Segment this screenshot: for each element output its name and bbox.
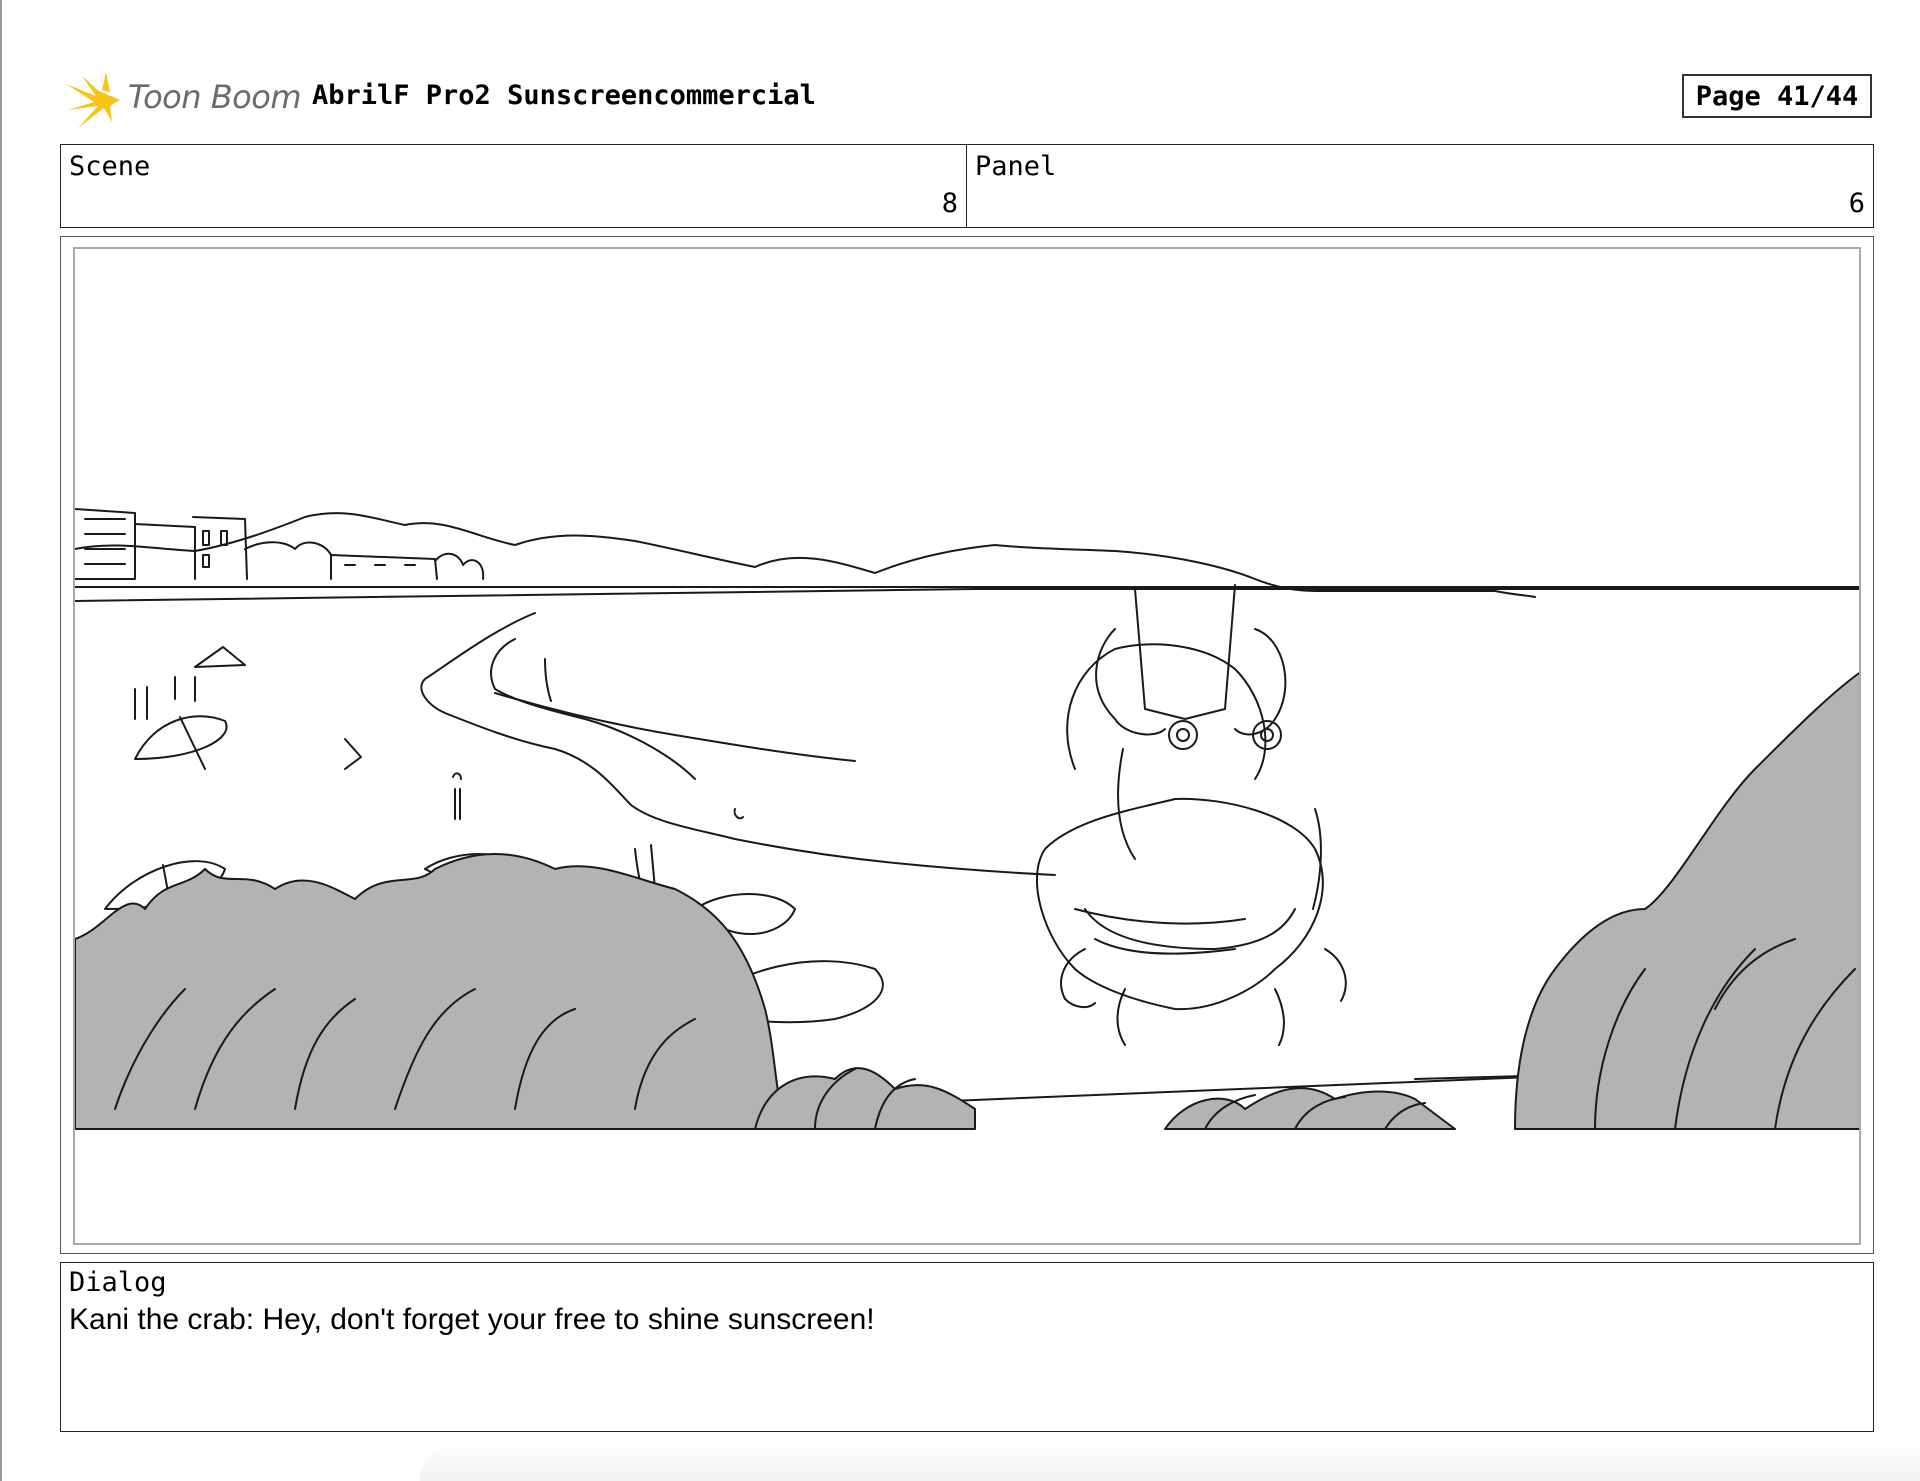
star-burst-icon — [66, 72, 120, 128]
dialog-label: Dialog — [69, 1267, 167, 1298]
page-number-box: Page 41/44 — [1682, 74, 1872, 118]
beach-sketch-drawing — [75, 508, 1859, 1130]
panel-cell: Panel 6 — [967, 145, 1873, 227]
scene-panel-row: Scene 8 Panel 6 — [60, 144, 1874, 228]
dialog-box: Dialog Kani the crab: Hey, don't forget … — [60, 1262, 1874, 1432]
scene-cell: Scene 8 — [61, 145, 967, 227]
toon-boom-logo: Toon Boom — [62, 66, 302, 130]
scene-value: 8 — [941, 188, 958, 219]
panel-label: Panel — [975, 151, 1057, 182]
storyboard-frame — [60, 236, 1874, 1254]
logo-text: Toon Boom — [128, 78, 301, 116]
page-left-edge — [0, 0, 2, 1481]
scene-label: Scene — [69, 151, 151, 182]
project-title: AbrilF Pro2 Sunscreencommercial — [312, 80, 816, 111]
panel-value: 6 — [1848, 188, 1865, 219]
page-header: Toon Boom AbrilF Pro2 Sunscreencommercia… — [62, 62, 1872, 134]
page-bottom-shadow — [420, 1440, 1920, 1481]
dialog-text: Kani the crab: Hey, don't forget your fr… — [69, 1303, 875, 1336]
storyboard-image — [73, 247, 1861, 1245]
